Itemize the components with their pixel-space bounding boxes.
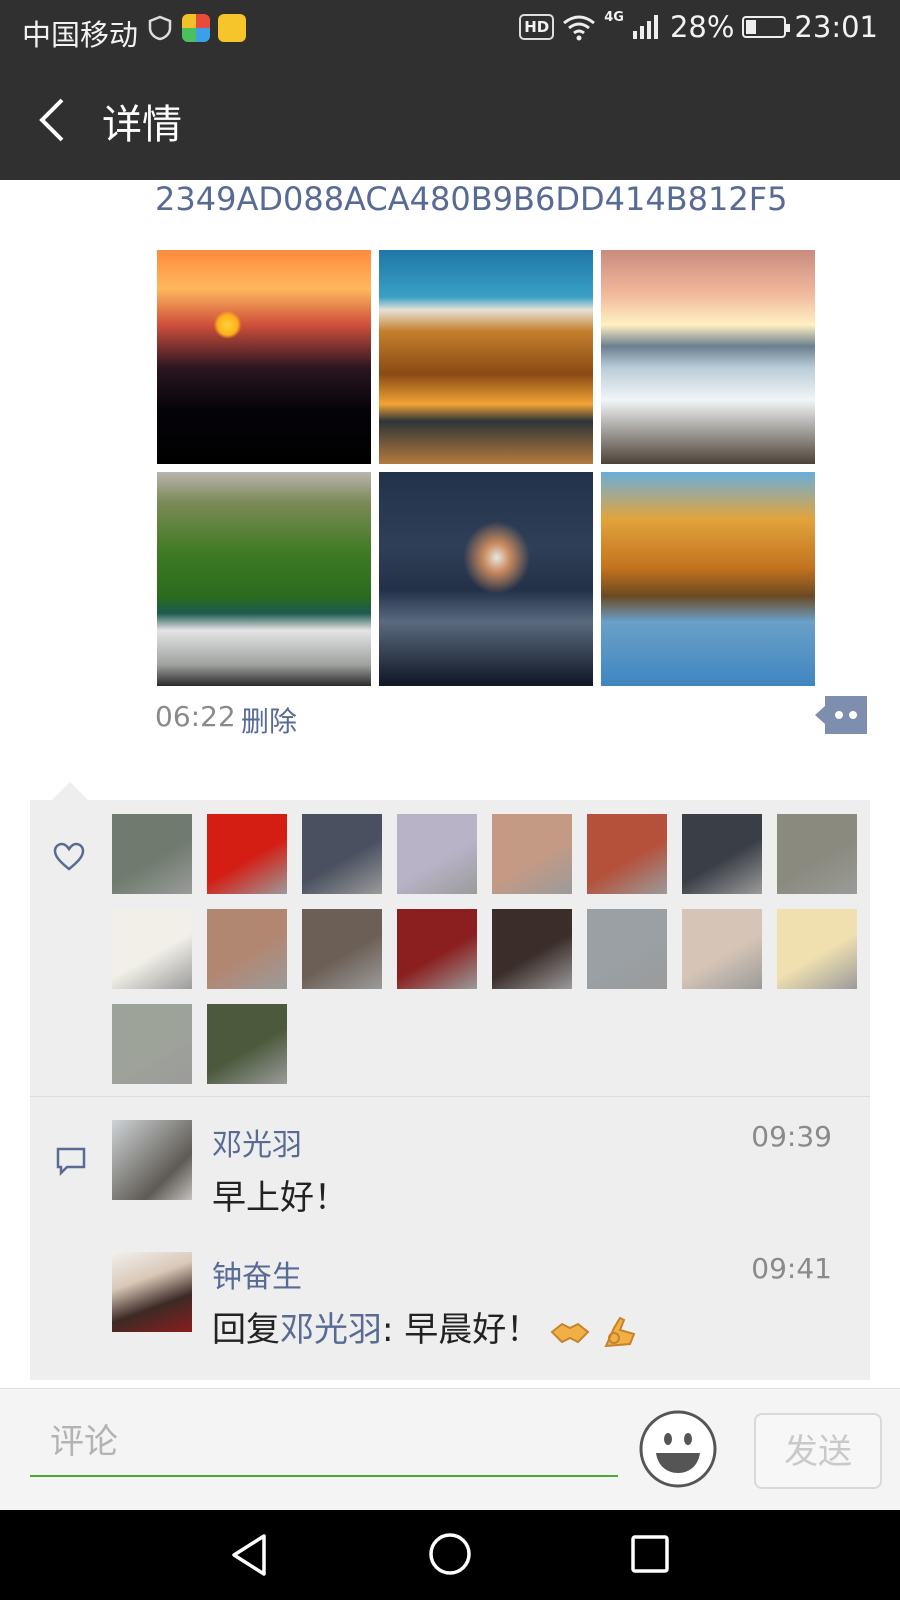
nav-home-icon[interactable]	[428, 1532, 472, 1576]
comment-author[interactable]: 钟奋生	[212, 1252, 302, 1296]
app-icon	[182, 14, 210, 42]
liker-avatar[interactable]	[207, 1004, 287, 1084]
liker-avatar[interactable]	[682, 814, 762, 894]
battery-icon	[742, 16, 791, 38]
liker-avatar[interactable]	[302, 814, 382, 894]
heart-icon	[53, 842, 85, 871]
liker-avatar[interactable]	[777, 909, 857, 989]
page-title: 详情	[102, 102, 182, 148]
emoji-icon[interactable]	[638, 1409, 718, 1489]
liker-avatar[interactable]	[207, 909, 287, 989]
clock: 23:01	[794, 10, 878, 44]
carrier-name: 中国移动	[22, 18, 139, 52]
comment-item[interactable]: 邓光羽 09:39 早上好！	[112, 1098, 832, 1228]
liker-avatar[interactable]	[492, 814, 572, 894]
reply-to-name[interactable]: 邓光羽	[280, 1310, 382, 1350]
network-type: 4G	[604, 10, 624, 25]
liker-avatars	[112, 814, 857, 1084]
signal-icon	[632, 15, 658, 39]
comment-time: 09:39	[751, 1120, 832, 1153]
title-bar: 详情	[0, 62, 900, 180]
interaction-panel: 邓光羽 09:39 早上好！ 钟奋生 09:41 回复邓光羽: 早晨好！	[30, 782, 870, 1380]
liker-avatar[interactable]	[587, 814, 667, 894]
comment-item[interactable]: 钟奋生 09:41 回复邓光羽: 早晨好！	[112, 1230, 832, 1360]
liker-avatar[interactable]	[492, 909, 572, 989]
comment-icon	[56, 1147, 86, 1176]
reply-prefix: 回复	[212, 1310, 280, 1350]
comment-text: 回复邓光羽: 早晨好！	[212, 1302, 640, 1351]
nav-recents-icon[interactable]	[630, 1534, 670, 1574]
comment-bar: 发送	[0, 1388, 900, 1511]
liker-avatar[interactable]	[207, 814, 287, 894]
liker-avatar[interactable]	[777, 814, 857, 894]
avatar[interactable]	[112, 1252, 192, 1332]
liker-avatar[interactable]	[587, 909, 667, 989]
photo-mountain-peak[interactable]	[379, 250, 593, 464]
photo-autumn-trees-lake[interactable]	[601, 472, 815, 686]
chevron-left-icon[interactable]	[30, 90, 80, 150]
photo-crane-sunset[interactable]	[157, 250, 371, 464]
hd-badge: HD	[519, 14, 555, 40]
mail-app-icon	[218, 14, 246, 42]
post-time: 06:22	[155, 700, 236, 733]
wifi-icon	[563, 15, 596, 41]
photo-grid	[157, 250, 817, 686]
liker-avatar[interactable]	[112, 814, 192, 894]
likes-section	[30, 800, 870, 1097]
reply-body: : 早晨好！	[382, 1310, 541, 1350]
photo-waterfall-sunset[interactable]	[601, 250, 815, 464]
photo-palace-night[interactable]	[379, 472, 593, 686]
post-meta: 06:22 删除	[155, 696, 875, 750]
comment-text: 早上好！	[212, 1178, 348, 1218]
comment-author[interactable]: 邓光羽	[212, 1120, 302, 1164]
liker-avatar[interactable]	[302, 909, 382, 989]
avatar[interactable]	[112, 1120, 192, 1200]
comment-time: 09:41	[751, 1252, 832, 1285]
liker-avatar[interactable]	[112, 1004, 192, 1084]
liker-avatar[interactable]	[682, 909, 762, 989]
post-text[interactable]: 2349AD088ACA480B9B6DD414B812F5	[155, 180, 787, 218]
nav-back-icon[interactable]	[228, 1532, 272, 1578]
shield-icon	[148, 15, 172, 41]
liker-avatar[interactable]	[397, 814, 477, 894]
liker-avatar[interactable]	[397, 909, 477, 989]
delete-link[interactable]: 删除	[241, 700, 297, 740]
more-dots-icon[interactable]	[815, 696, 867, 734]
status-bar: 中国移动 HD 4G 28% 23:01	[0, 0, 900, 62]
battery-percent: 28%	[669, 10, 735, 44]
photo-green-waterfall[interactable]	[157, 472, 371, 686]
send-button[interactable]: 发送	[754, 1413, 882, 1489]
status-indicators: HD 4G 28% 23:01	[519, 10, 878, 44]
handshake-icon	[550, 1322, 590, 1343]
liker-avatar[interactable]	[112, 909, 192, 989]
system-nav-bar	[0, 1510, 900, 1600]
notification-icons	[146, 14, 246, 42]
comment-input[interactable]	[30, 1409, 618, 1477]
ok-hand-icon	[604, 1316, 636, 1347]
